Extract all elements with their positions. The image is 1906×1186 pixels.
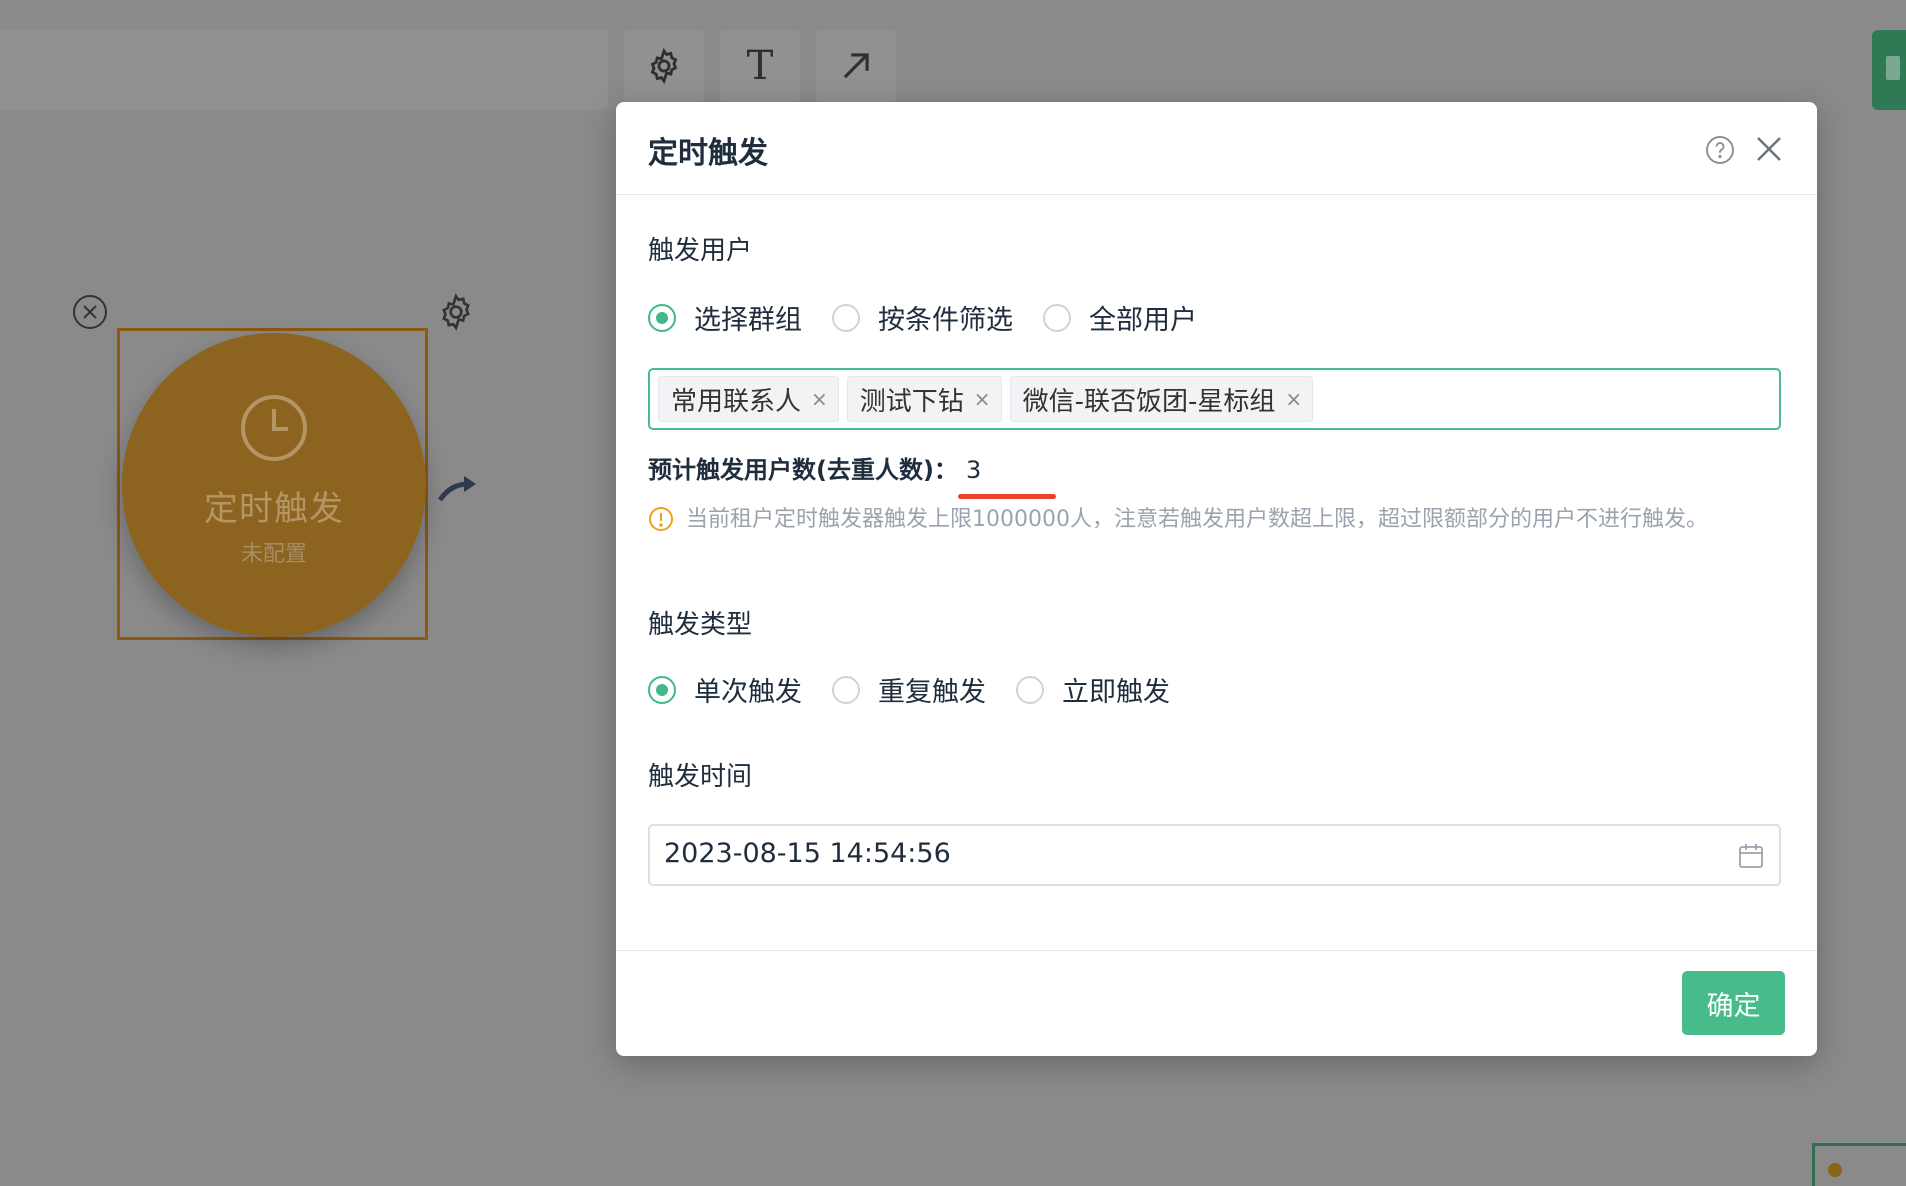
radio-filter-by-condition[interactable]: 按条件筛选: [832, 298, 1013, 337]
radio-repeat-trigger[interactable]: 重复触发: [832, 670, 986, 709]
group-tag: 微信-联否饭团-星标组 ×: [1009, 376, 1314, 422]
node-partial-dot: [1828, 1163, 1842, 1177]
arrow-up-right-icon: [843, 53, 869, 79]
group-tag: 常用联系人 ×: [658, 376, 839, 422]
trigger-type-label: 触发类型: [648, 610, 753, 640]
radio-label: 重复触发: [878, 677, 986, 708]
dialog-title: 定时触发: [648, 136, 768, 171]
radio-unchecked-icon: [832, 675, 860, 704]
tag-remove-icon[interactable]: ×: [974, 387, 991, 411]
gear-icon: [650, 47, 678, 85]
warning-icon: [649, 507, 673, 531]
timer-trigger-node[interactable]: 定时触发 未配置: [122, 333, 426, 637]
group-multiselect-input[interactable]: 常用联系人 × 测试下钻 × 微信-联否饭团-星标组 ×: [648, 368, 1781, 430]
trigger-users-radio-group: 选择群组 按条件筛选 全部用户: [648, 298, 1227, 337]
datetime-value: 2023-08-15 14:54:56: [664, 838, 951, 869]
group-tag-label: 常用联系人: [671, 386, 802, 417]
radio-label: 选择群组: [694, 305, 802, 336]
tag-remove-icon[interactable]: ×: [1285, 387, 1302, 411]
group-tag-label: 测试下钻: [859, 386, 964, 417]
radio-unchecked-icon: [1043, 303, 1071, 332]
text-tool-icon: T: [746, 43, 774, 89]
trigger-type-radio-group: 单次触发 重复触发 立即触发: [648, 670, 1200, 709]
radio-checked-icon: [648, 303, 676, 332]
tag-remove-icon[interactable]: ×: [811, 387, 828, 411]
radio-select-group[interactable]: 选择群组: [648, 298, 802, 337]
radio-label: 全部用户: [1089, 305, 1197, 336]
connect-arrow-icon[interactable]: [436, 472, 478, 506]
radio-label: 立即触发: [1062, 677, 1170, 708]
trigger-time-label: 触发时间: [648, 762, 753, 792]
clock-icon: [241, 395, 307, 461]
radio-label: 按条件筛选: [878, 305, 1013, 336]
settings-tool-button[interactable]: [624, 30, 704, 102]
group-tag: 测试下钻 ×: [846, 376, 1002, 422]
node-status: 未配置: [240, 542, 307, 567]
text-tool-button[interactable]: T: [720, 30, 800, 102]
confirm-button[interactable]: 确定: [1682, 971, 1785, 1035]
timer-trigger-dialog: 定时触发 触发用户 选择群组 按条件筛选 全部用户 常用联系人 × 测试下钻 ×…: [616, 102, 1817, 1056]
radio-unchecked-icon: [1016, 675, 1044, 704]
close-icon[interactable]: [1754, 134, 1784, 164]
estimated-user-count: 预计触发用户数(去重人数)： 3: [648, 450, 981, 485]
trigger-users-label: 触发用户: [648, 236, 753, 266]
estimate-value: 3: [965, 456, 982, 484]
node-delete-icon[interactable]: [72, 294, 108, 330]
estimate-label: 预计触发用户数(去重人数)：: [648, 456, 958, 484]
dialog-footer: 确定: [616, 950, 1817, 1056]
arrow-tool-button[interactable]: [816, 30, 896, 102]
radio-immediate-trigger[interactable]: 立即触发: [1016, 670, 1170, 709]
node-partial: [1812, 1143, 1906, 1186]
help-icon[interactable]: [1704, 134, 1736, 166]
radio-all-users[interactable]: 全部用户: [1043, 298, 1197, 337]
radio-checked-icon: [648, 675, 676, 704]
radio-single-trigger[interactable]: 单次触发: [648, 670, 802, 709]
annotation-underline: [958, 494, 1056, 499]
radio-unchecked-icon: [832, 303, 860, 332]
node-title: 定时触发: [204, 489, 344, 529]
node-settings-gear-icon[interactable]: [436, 292, 476, 332]
canvas-top-toolbar: [0, 30, 608, 110]
radio-label: 单次触发: [694, 677, 802, 708]
save-button-partial[interactable]: [1872, 30, 1906, 110]
calendar-icon[interactable]: [1737, 842, 1765, 870]
trigger-time-datepicker[interactable]: 2023-08-15 14:54:56: [648, 824, 1781, 886]
dialog-header: 定时触发: [616, 102, 1817, 195]
limit-warning-text: 当前租户定时触发器触发上限1000000人，注意若触发用户数超上限，超过限额部分…: [686, 507, 1708, 532]
group-tag-label: 微信-联否饭团-星标组: [1022, 386, 1276, 417]
